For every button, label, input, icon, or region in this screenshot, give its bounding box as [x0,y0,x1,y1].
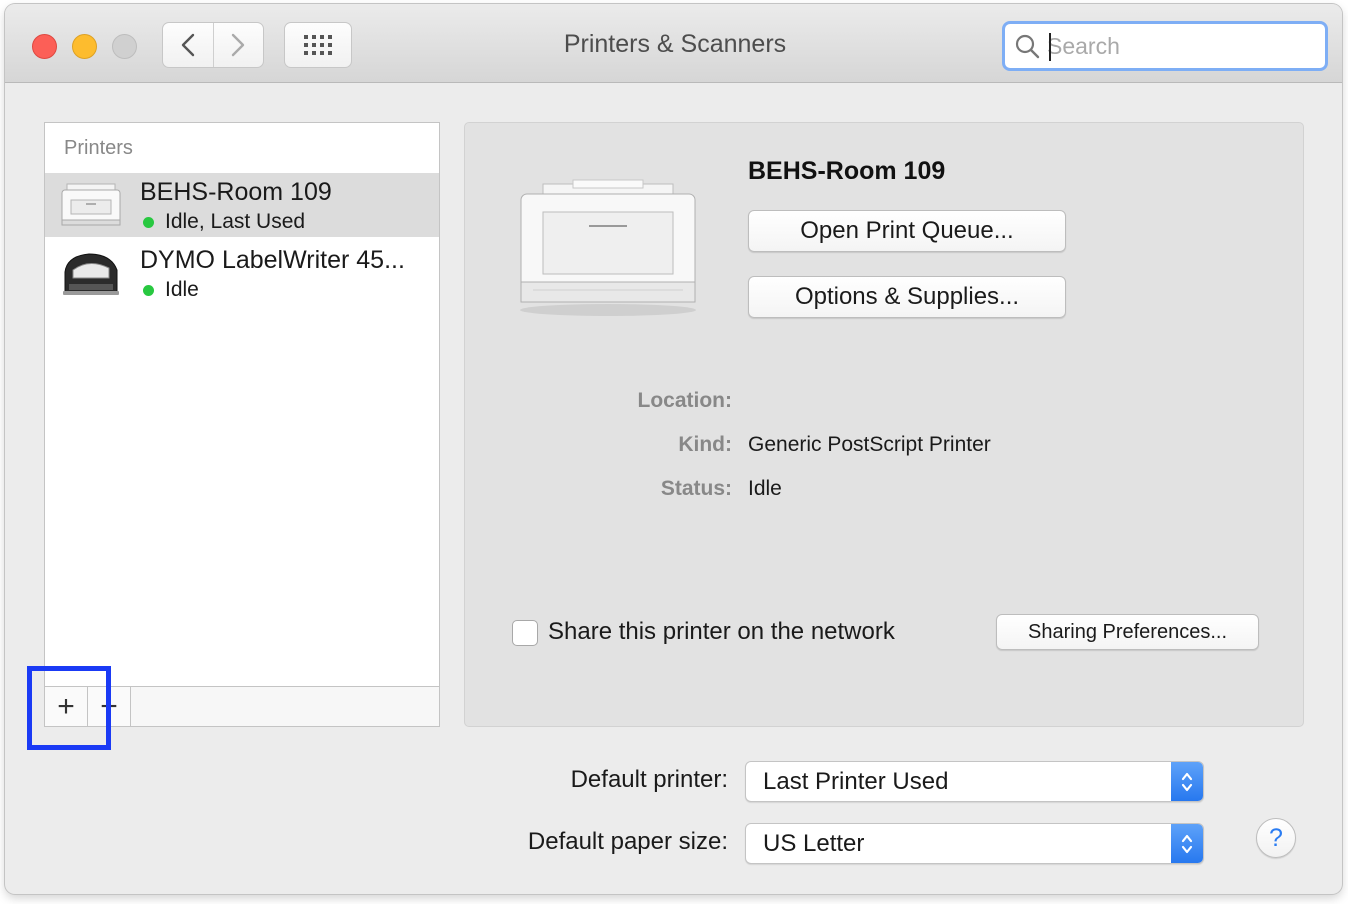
printer-icon [520,179,696,316]
selected-printer-name: BEHS-Room 109 [748,157,946,185]
printer-row-behs-room-109[interactable]: BEHS-Room 109 Idle, Last Used [45,173,439,237]
forward-button[interactable] [214,23,264,67]
grid-icon [304,35,332,55]
close-button[interactable] [32,34,57,59]
open-print-queue-button[interactable]: Open Print Queue... [748,210,1066,252]
updown-arrows-icon [1171,824,1203,863]
kind-label: Kind: [678,433,732,456]
printers-list-header: Printers [64,137,133,159]
minimize-button[interactable] [72,34,97,59]
text-caret [1049,33,1051,61]
default-paper-size-value: US Letter [763,830,865,857]
printer-detail-panel: BEHS-Room 109 Open Print Queue... Option… [464,122,1304,727]
printer-name: BEHS-Room 109 [140,178,332,206]
printer-status: Idle, Last Used [165,210,306,233]
options-supplies-button[interactable]: Options & Supplies... [748,276,1066,318]
default-printer-label: Default printer: [570,766,728,793]
default-paper-size-label: Default paper size: [527,828,728,855]
help-button[interactable]: ? [1256,818,1296,858]
printers-scanners-window: Printers & Scanners Printers BEHS-Room 1… [5,4,1342,894]
laser-printer-icon [61,183,121,226]
status-dot [143,285,154,296]
default-paper-size-select[interactable]: US Letter [745,823,1204,864]
default-printer-value: Last Printer Used [763,768,949,795]
sharing-preferences-button[interactable]: Sharing Preferences... [996,614,1259,650]
status-dot [143,217,154,228]
kind-value: Generic PostScript Printer [748,433,991,456]
status-label: Status: [660,477,732,500]
default-printer-select[interactable]: Last Printer Used [745,761,1204,802]
share-printer-label[interactable]: Share this printer on the network [548,618,895,646]
search-icon [1015,34,1040,59]
chevron-right-icon [232,33,245,57]
printer-name: DYMO LabelWriter 45... [140,246,405,274]
status-value: Idle [748,477,782,500]
updown-arrows-icon [1171,762,1203,801]
printer-status: Idle [165,278,199,301]
share-printer-checkbox[interactable] [512,620,538,646]
highlight-box [27,666,111,750]
window-title: Printers & Scanners [563,30,787,58]
printer-row-dymo-labelwriter[interactable]: DYMO LabelWriter 45... Idle [45,241,439,305]
zoom-button[interactable] [112,34,137,59]
search-input[interactable] [1047,30,1317,62]
chevron-left-icon [181,33,194,57]
titlebar: Printers & Scanners [5,4,1342,83]
back-button[interactable] [163,23,214,67]
printers-list: Printers BEHS-Room 109 Idle, Last Used D… [44,122,440,687]
location-label: Location: [637,389,733,412]
label-printer-icon [63,253,119,295]
search-field[interactable] [1002,21,1328,71]
nav-button-group [162,22,264,68]
show-all-button[interactable] [284,22,352,68]
